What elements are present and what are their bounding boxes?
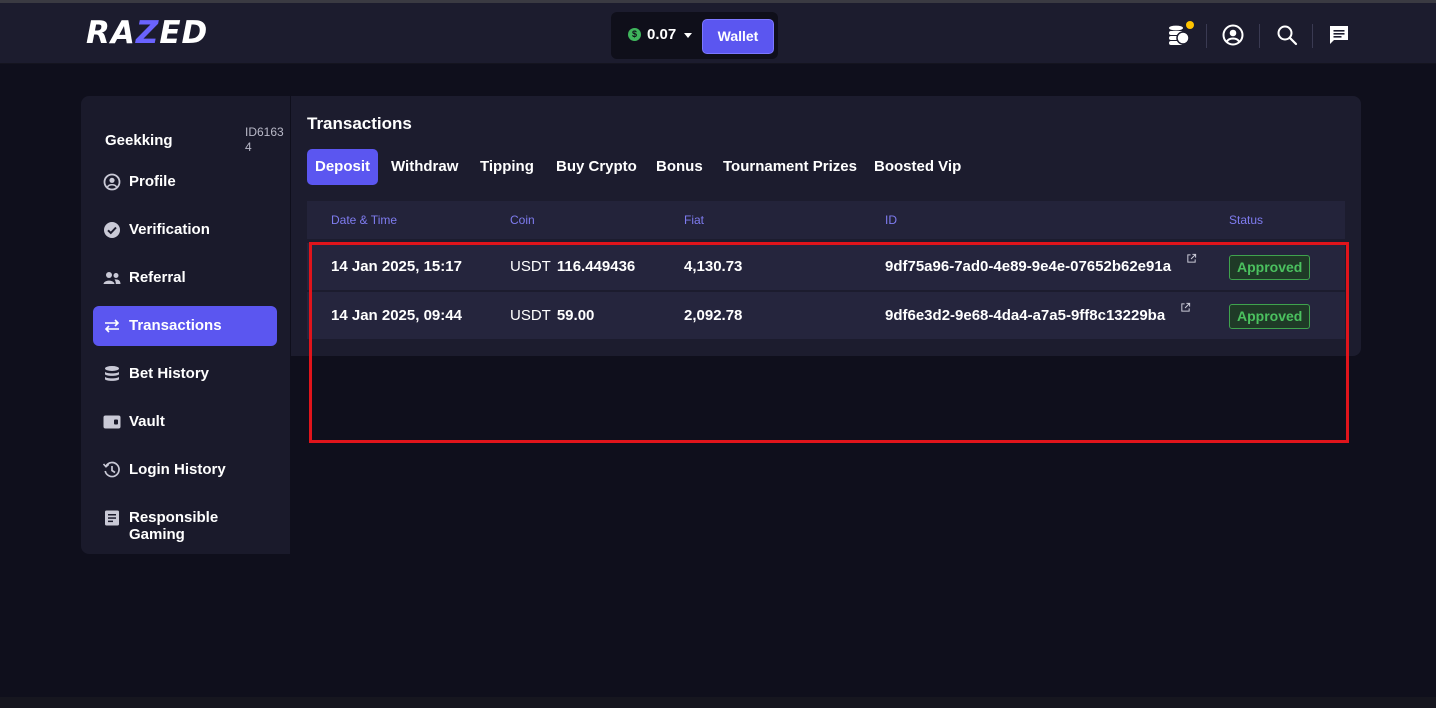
transfer-icon	[104, 319, 120, 333]
column-header-id: ID	[885, 213, 897, 227]
tab-boosted-vip[interactable]: Boosted Vip	[874, 149, 961, 185]
sidebar-item-label: Referral	[129, 269, 186, 286]
sidebar-item-referral[interactable]: Referral	[93, 258, 277, 298]
sidebar-item-label: Transactions	[129, 317, 222, 334]
dollar-coin-icon: $	[628, 28, 641, 41]
history-icon	[102, 461, 120, 478]
sidebar-item-login-history[interactable]: Login History	[93, 450, 277, 490]
users-icon	[103, 272, 121, 284]
header-divider	[1259, 24, 1260, 48]
table-header: Date & Time Coin Fiat ID Status	[307, 201, 1345, 239]
tab-tipping[interactable]: Tipping	[480, 149, 534, 185]
sidebar-item-label: Vault	[129, 413, 165, 430]
sidebar-item-responsible-gaming[interactable]: Responsible Gaming	[93, 498, 277, 543]
username: Geekking	[105, 132, 173, 149]
column-header-coin: Coin	[510, 213, 535, 227]
sidebar-item-label: Responsible Gaming	[129, 509, 219, 543]
search-icon[interactable]	[1275, 23, 1299, 47]
sidebar-item-label: Verification	[129, 221, 210, 238]
tab-buy-crypto[interactable]: Buy Crypto	[556, 149, 637, 185]
sidebar-item-label: Profile	[129, 173, 176, 190]
stack-icon	[105, 366, 119, 381]
wallet-balance-box: $ 0.07 Wallet	[611, 12, 778, 59]
check-circle-icon	[104, 222, 120, 238]
sidebar-item-label: Login History	[129, 461, 226, 478]
tab-withdraw[interactable]: Withdraw	[391, 149, 458, 185]
chevron-down-icon[interactable]	[684, 33, 692, 38]
account-icon[interactable]	[1221, 23, 1245, 47]
sidebar-item-bet-history[interactable]: Bet History	[93, 354, 277, 394]
page-title: Transactions	[307, 114, 412, 133]
header-divider	[1206, 24, 1207, 48]
chat-icon[interactable]	[1327, 23, 1351, 47]
vault-icon	[103, 415, 121, 429]
notification-dot	[1186, 21, 1194, 29]
account-sidebar: Geekking ID61634 Profile Verification Re…	[81, 96, 290, 554]
tab-tournament-prizes[interactable]: Tournament Prizes	[723, 149, 857, 185]
sidebar-item-vault[interactable]: Vault	[93, 402, 277, 442]
top-header: RAZED $ 0.07 Wallet	[0, 3, 1436, 64]
profile-icon	[103, 173, 121, 191]
user-id: ID61634	[245, 125, 284, 154]
highlight-annotation-box	[309, 242, 1349, 443]
header-divider	[1312, 24, 1313, 48]
document-icon	[105, 510, 119, 526]
column-header-fiat: Fiat	[684, 213, 705, 227]
sidebar-item-label: Bet History	[129, 365, 210, 382]
column-header-status: Status	[1229, 213, 1264, 227]
razed-logo[interactable]: RAZED	[86, 17, 208, 49]
sidebar-item-profile[interactable]: Profile	[93, 162, 277, 202]
tab-bonus[interactable]: Bonus	[656, 149, 703, 185]
tab-deposit[interactable]: Deposit	[307, 149, 379, 185]
balance-amount[interactable]: 0.07	[647, 26, 676, 43]
bottom-strip	[0, 697, 1436, 708]
sidebar-item-transactions[interactable]: Transactions	[93, 306, 277, 346]
wallet-button[interactable]: Wallet	[702, 19, 774, 54]
column-header-date: Date & Time	[331, 213, 398, 227]
sidebar-item-verification[interactable]: Verification	[93, 210, 277, 250]
